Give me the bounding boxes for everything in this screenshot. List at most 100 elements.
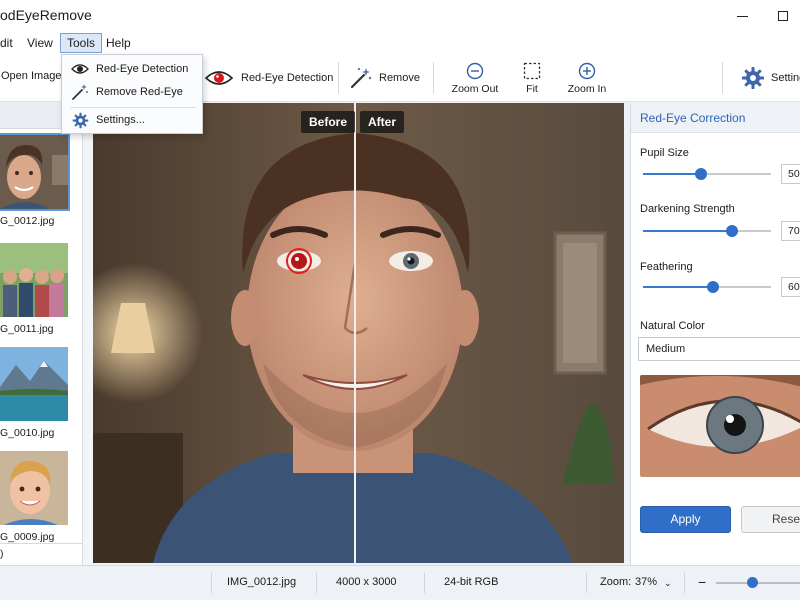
darkening-strength-label: Darkening Strength [640, 203, 735, 215]
tools-menu-dropdown: Red-Eye Detection Remove Red-Eye Setting… [61, 54, 203, 134]
natural-color-select[interactable]: Medium [638, 337, 800, 361]
darkening-strength-value[interactable]: 70 [781, 221, 800, 241]
red-eye-icon [205, 71, 233, 85]
open-image-label: Open Image [1, 70, 62, 82]
chevron-down-icon[interactable]: ⌄ [664, 578, 672, 589]
thumbnail-name: G_0010.jpg [0, 427, 55, 439]
slider-fill [643, 230, 732, 232]
thumbnail-image [0, 347, 68, 421]
status-bar: IMG_0012.jpg 4000 x 3000 24-bit RGB Zoom… [0, 565, 800, 600]
fit-button[interactable]: Fit [517, 60, 547, 96]
thumbnail-scrollbar[interactable] [83, 103, 93, 565]
zoom-in-icon [578, 62, 596, 79]
thumbnail-name: G_0012.jpg [0, 215, 55, 227]
menu-item-remove-red-eye[interactable]: Remove Red-Eye [62, 81, 202, 103]
sidebar-footer-text: ) [0, 548, 4, 560]
open-image-button[interactable]: Open Image [1, 70, 62, 82]
zoom-in-label: Zoom In [567, 82, 607, 95]
settings-button[interactable]: Setting [741, 65, 800, 91]
after-label: After [360, 111, 405, 133]
menu-item-settings[interactable]: Settings... [62, 109, 202, 131]
red-eye-detection-button[interactable]: Red-Eye Detection [205, 65, 333, 91]
zoom-value[interactable]: 37% [635, 576, 657, 588]
status-separator [316, 573, 317, 593]
red-eye-correction-panel: Red-Eye Correction Pupil Size 50 Darkeni… [630, 103, 800, 565]
maximize-button[interactable] [763, 0, 800, 32]
reset-button[interactable]: Reset [741, 506, 800, 533]
zoom-slider-handle[interactable] [747, 577, 758, 588]
feathering-label: Feathering [640, 261, 693, 273]
portrait-photo [93, 103, 624, 563]
status-color-depth: 24-bit RGB [444, 576, 499, 588]
zoom-out-label: Zoom Out [451, 82, 499, 95]
thumbnail-name: G_0011.jpg [0, 323, 54, 335]
zoom-minus-icon[interactable]: − [698, 574, 706, 590]
zoom-out-icon [466, 62, 484, 79]
slider-handle[interactable] [726, 225, 738, 237]
menu-item-label: Remove Red-Eye [96, 86, 183, 98]
menu-tools[interactable]: Tools [60, 33, 103, 53]
fit-label: Fit [526, 82, 538, 95]
minimize-icon [736, 15, 748, 17]
feathering-value[interactable]: 60 [781, 277, 800, 297]
zoom-slider[interactable] [716, 582, 800, 584]
menu-item-red-eye-detection[interactable]: Red-Eye Detection [62, 58, 202, 80]
thumbnail-image [0, 451, 68, 525]
red-eye-detection-label: Red-Eye Detection [241, 72, 334, 84]
slider-handle[interactable] [695, 168, 707, 180]
gear-icon [742, 67, 764, 89]
menu-help[interactable]: Help [100, 33, 137, 53]
status-separator [684, 573, 685, 593]
maximize-icon [778, 11, 788, 21]
feathering-slider[interactable] [643, 281, 771, 293]
thumbnail-image [0, 133, 70, 211]
before-label: Before [301, 111, 356, 133]
natural-color-label: Natural Color [640, 320, 705, 332]
sidebar-footer: ) [0, 543, 82, 565]
zoom-out-button[interactable]: Zoom Out [452, 60, 498, 96]
slider-handle[interactable] [707, 281, 719, 293]
remove-button[interactable]: Remove [349, 65, 420, 91]
magic-wand-icon [350, 67, 372, 89]
menu-separator [70, 107, 196, 108]
status-dimensions: 4000 x 3000 [336, 576, 397, 588]
zoom-label: Zoom: [600, 576, 632, 588]
minimize-button[interactable] [722, 0, 762, 32]
eye-icon [71, 64, 89, 74]
zoom-in-button[interactable]: Zoom In [566, 60, 608, 96]
menu-view[interactable]: View [21, 33, 59, 53]
slider-fill [643, 173, 701, 175]
status-filename: IMG_0012.jpg [227, 576, 297, 588]
thumbnail-name: G_0009.jpg [0, 531, 55, 543]
gear-icon [72, 112, 88, 128]
status-separator [586, 573, 587, 593]
status-separator [424, 573, 425, 593]
menu-edit[interactable]: dit [0, 33, 19, 53]
magic-wand-icon [72, 84, 88, 100]
pupil-size-slider[interactable] [643, 168, 771, 180]
toolbar-separator [338, 62, 339, 94]
slider-fill [643, 286, 713, 288]
natural-color-value: Medium [646, 343, 686, 355]
menu-item-label: Settings... [96, 114, 145, 126]
status-separator [211, 573, 212, 593]
image-canvas[interactable]: Before After [93, 103, 624, 563]
menu-bar: dit View Tools Help [0, 32, 800, 54]
panel-header: Red-Eye Correction [631, 103, 800, 133]
fit-icon [523, 62, 541, 79]
thumbnail-sidebar: G_0012.jpg G_0011.jpg G_0010.jpg G_0009.… [0, 103, 83, 565]
apply-button[interactable]: Apply [640, 506, 731, 533]
remove-label: Remove [379, 72, 420, 84]
eye-preview-image [640, 375, 800, 477]
window-title: odEyeRemove [0, 7, 92, 23]
title-bar: odEyeRemove [0, 0, 800, 32]
pupil-size-label: Pupil Size [640, 147, 689, 159]
pupil-size-value[interactable]: 50 [781, 164, 800, 184]
darkening-strength-slider[interactable] [643, 225, 771, 237]
toolbar-separator [433, 62, 434, 94]
settings-label: Setting [771, 72, 800, 84]
panel-title: Red-Eye Correction [640, 111, 746, 125]
toolbar-separator [722, 62, 723, 94]
menu-item-label: Red-Eye Detection [96, 63, 189, 75]
before-after-divider[interactable] [354, 103, 356, 563]
